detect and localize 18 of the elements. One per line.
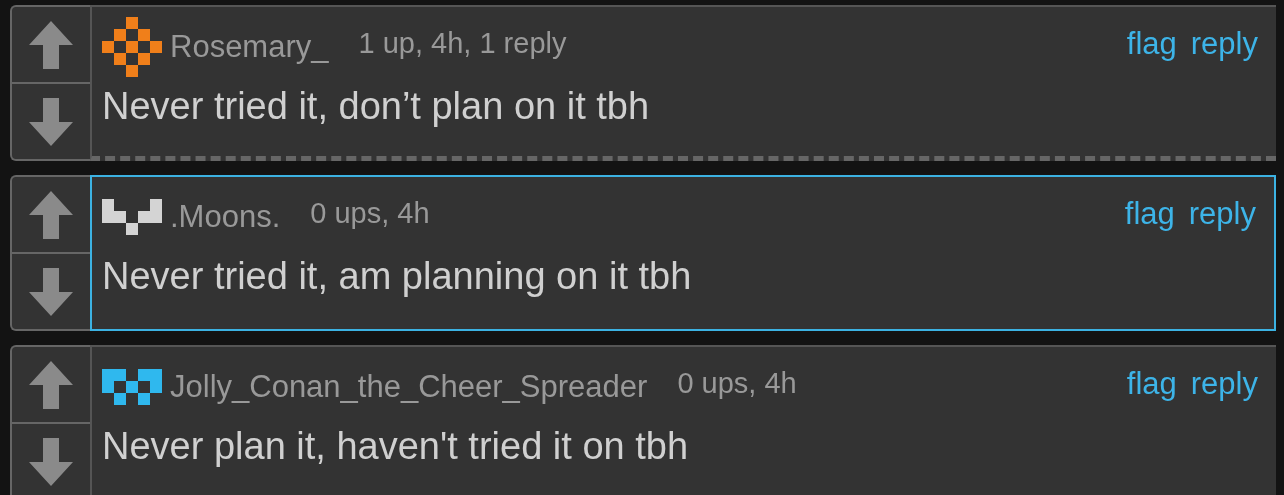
comment-meta: 1 up, 4h, 1 reply (358, 26, 567, 60)
action-link[interactable]: flag (1124, 196, 1175, 232)
comment-meta: 0 ups, 4h (310, 196, 430, 230)
action-link[interactable]: flag (1126, 366, 1177, 402)
comment-text: Never plan it, haven't tried it on tbh (102, 425, 690, 468)
username-link[interactable]: Jolly_Conan_the_Cheer_Spreader (170, 369, 648, 405)
action-link[interactable]: reply (1188, 196, 1256, 232)
down-arrow-icon (27, 435, 75, 488)
username-link[interactable]: Rosemary_ (170, 29, 329, 65)
action-link[interactable]: reply (1190, 26, 1258, 62)
down-arrow-icon (27, 265, 75, 318)
username-link[interactable]: .Moons. (170, 199, 281, 235)
down-arrow-icon (27, 95, 75, 148)
comment-text: Never tried it, don’t plan on it tbh (102, 85, 651, 128)
comment-meta: 0 ups, 4h (677, 366, 797, 400)
action-link[interactable]: flag (1126, 26, 1177, 62)
action-link[interactable]: reply (1190, 366, 1258, 402)
comment-text: Never tried it, am planning on it tbh (102, 255, 693, 298)
